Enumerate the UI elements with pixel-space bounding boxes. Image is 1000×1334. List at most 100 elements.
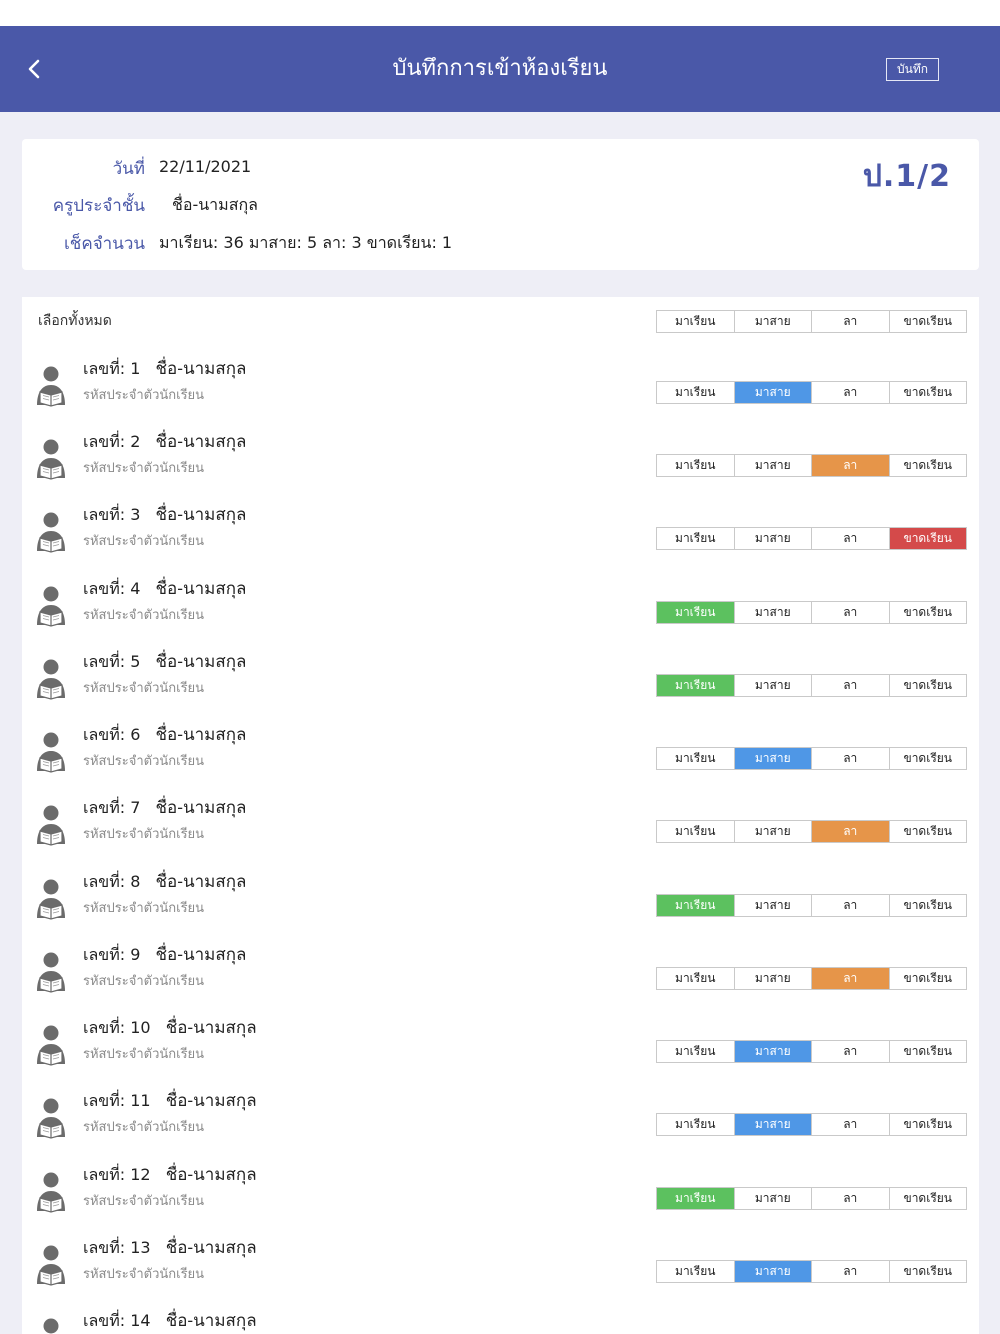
- student-row: เลขที่: 4 ชื่อ-นามสกุล รหัสประจำตัวนักเรี…: [22, 575, 979, 648]
- student-reading-icon: [34, 951, 68, 995]
- leave-button[interactable]: ลา: [812, 895, 890, 916]
- leave-button[interactable]: ลา: [812, 675, 890, 696]
- leave-button[interactable]: ลา: [812, 455, 890, 476]
- late-button[interactable]: มาสาย: [734, 895, 812, 916]
- student-number: เลขที่: 4: [83, 579, 141, 598]
- present-button[interactable]: มาเรียน: [657, 1114, 735, 1135]
- present-button[interactable]: มาเรียน: [657, 748, 735, 769]
- present-button[interactable]: มาเรียน: [657, 455, 735, 476]
- late-button[interactable]: มาสาย: [734, 1041, 812, 1062]
- student-number: เลขที่: 13: [83, 1238, 151, 1257]
- leave-button[interactable]: ลา: [812, 1261, 890, 1282]
- student-name: เลขที่: 5 ชื่อ-นามสกุล: [83, 648, 246, 675]
- back-button[interactable]: [14, 48, 54, 90]
- student-id-code: รหัสประจำตัวนักเรียน: [83, 681, 205, 696]
- student-row: เลขที่: 1 ชื่อ-นามสกุล รหัสประจำตัวนักเรี…: [22, 355, 979, 428]
- student-full-name: ชื่อ-นามสกุล: [165, 1165, 257, 1185]
- attendance-status-group: มาเรียน มาสาย ลา ขาดเรียน: [656, 894, 967, 917]
- student-row: เลขที่: 5 ชื่อ-นามสกุลรหัสประจำตัวนักเรี…: [22, 648, 979, 721]
- late-button[interactable]: มาสาย: [734, 455, 812, 476]
- absent-button[interactable]: ขาดเรียน: [889, 821, 966, 842]
- late-button[interactable]: มาสาย: [734, 968, 812, 989]
- student-id-code: รหัสประจำตัวนักเรียน: [83, 1267, 205, 1282]
- leave-button[interactable]: ลา: [812, 1041, 890, 1062]
- absent-button[interactable]: ขาดเรียน: [889, 1114, 966, 1135]
- absent-button[interactable]: ขาดเรียน: [889, 602, 966, 623]
- present-button[interactable]: มาเรียน: [657, 675, 735, 696]
- present-button[interactable]: มาเรียน: [657, 968, 735, 989]
- present-button[interactable]: มาเรียน: [657, 1261, 735, 1282]
- student-full-name: ชื่อ-นามสกุล: [155, 798, 247, 818]
- absent-button[interactable]: ขาดเรียน: [889, 382, 966, 403]
- absent-button[interactable]: ขาดเรียน: [889, 748, 966, 769]
- absent-button[interactable]: ขาดเรียน: [889, 455, 966, 476]
- late-button[interactable]: มาสาย: [734, 528, 812, 549]
- late-button[interactable]: มาสาย: [734, 748, 812, 769]
- select-all-absent-button[interactable]: ขาดเรียน: [889, 311, 966, 332]
- leave-button[interactable]: ลา: [812, 748, 890, 769]
- present-button[interactable]: มาเรียน: [657, 1041, 735, 1062]
- attendance-status-group: มาเรียน มาสาย ลา ขาดเรียน: [656, 1113, 967, 1136]
- select-all-label: เลือกทั้งหมด: [38, 313, 112, 329]
- absent-button[interactable]: ขาดเรียน: [889, 1188, 966, 1209]
- student-id-code: รหัสประจำตัวนักเรียน: [83, 534, 205, 549]
- student-full-name: ชื่อ-นามสกุล: [155, 505, 247, 525]
- student-reading-icon: [34, 658, 68, 702]
- select-all-present-button[interactable]: มาเรียน: [657, 311, 735, 332]
- attendance-status-group: มาเรียน มาสาย ลา ขาดเรียน: [656, 381, 967, 404]
- student-name: เลขที่: 4 ชื่อ-นามสกุล: [83, 575, 246, 602]
- absent-button[interactable]: ขาดเรียน: [889, 968, 966, 989]
- late-button[interactable]: มาสาย: [734, 675, 812, 696]
- present-button[interactable]: มาเรียน: [657, 821, 735, 842]
- student-reading-icon: [34, 511, 68, 555]
- student-reading-icon: [34, 1317, 68, 1334]
- present-button[interactable]: มาเรียน: [657, 528, 735, 549]
- student-number: เลขที่: 14: [83, 1311, 151, 1330]
- student-full-name: ชื่อ-นามสกุล: [165, 1091, 257, 1111]
- absent-button[interactable]: ขาดเรียน: [889, 675, 966, 696]
- late-button[interactable]: มาสาย: [734, 382, 812, 403]
- select-all-late-button[interactable]: มาสาย: [734, 311, 812, 332]
- student-row: เลขที่: 2 ชื่อ-นามสกุล รหัสประจำตัวนักเรี…: [22, 428, 979, 501]
- attendance-status-group: มาเรียน มาสาย ลา ขาดเรียน: [656, 527, 967, 550]
- student-number: เลขที่: 1: [83, 359, 141, 378]
- status-bar: [0, 0, 1000, 26]
- student-number: เลขที่: 10: [83, 1018, 151, 1037]
- student-full-name: ชื่อ-นามสกุล: [155, 725, 247, 745]
- late-button[interactable]: มาสาย: [734, 1261, 812, 1282]
- absent-button[interactable]: ขาดเรียน: [889, 895, 966, 916]
- leave-button[interactable]: ลา: [812, 382, 890, 403]
- class-name: ป.1/2: [862, 159, 951, 194]
- student-id-code: รหัสประจำตัวนักเรียน: [83, 388, 205, 403]
- late-button[interactable]: มาสาย: [734, 821, 812, 842]
- leave-button[interactable]: ลา: [812, 1188, 890, 1209]
- late-button[interactable]: มาสาย: [734, 1114, 812, 1135]
- leave-button[interactable]: ลา: [812, 602, 890, 623]
- student-full-name: ชื่อ-นามสกุล: [165, 1311, 257, 1331]
- student-id-code: รหัสประจำตัวนักเรียน: [83, 1047, 205, 1062]
- leave-button[interactable]: ลา: [812, 528, 890, 549]
- leave-button[interactable]: ลา: [812, 1114, 890, 1135]
- absent-button[interactable]: ขาดเรียน: [889, 528, 966, 549]
- student-number: เลขที่: 7: [83, 798, 141, 817]
- teacher-value: ชื่อ-นามสกุล: [172, 195, 258, 214]
- present-button[interactable]: มาเรียน: [657, 1188, 735, 1209]
- absent-button[interactable]: ขาดเรียน: [889, 1041, 966, 1062]
- absent-button[interactable]: ขาดเรียน: [889, 1261, 966, 1282]
- present-button[interactable]: มาเรียน: [657, 602, 735, 623]
- late-button[interactable]: มาสาย: [734, 1188, 812, 1209]
- late-button[interactable]: มาสาย: [734, 602, 812, 623]
- student-list: เลือกทั้งหมด มาเรียน มาสาย ลา ขาดเรียน เ…: [22, 297, 979, 1334]
- student-row: เลขที่: 3 ชื่อ-นามสกุล รหัสประจำตัวนักเรี…: [22, 501, 979, 574]
- student-row: เลขที่: 8 ชื่อ-นามสกุล รหัสประจำตัวนักเรี…: [22, 868, 979, 941]
- present-button[interactable]: มาเรียน: [657, 895, 735, 916]
- leave-button[interactable]: ลา: [812, 968, 890, 989]
- student-full-name: ชื่อ-นามสกุล: [155, 432, 247, 452]
- select-all-leave-button[interactable]: ลา: [812, 311, 890, 332]
- date-label: วันที่: [112, 159, 145, 179]
- student-name: เลขที่: 10 ชื่อ-นามสกุล: [83, 1014, 257, 1041]
- leave-button[interactable]: ลา: [812, 821, 890, 842]
- select-all-status-group: มาเรียน มาสาย ลา ขาดเรียน: [656, 310, 967, 333]
- save-button[interactable]: บันทึก: [886, 58, 939, 81]
- present-button[interactable]: มาเรียน: [657, 382, 735, 403]
